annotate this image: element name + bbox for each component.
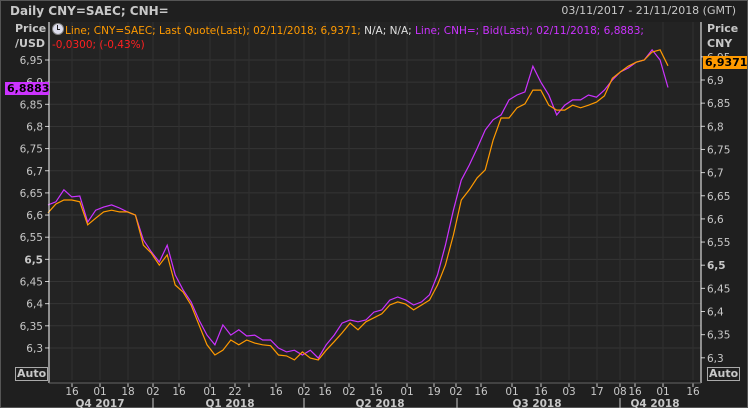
cnh-last-badge: 6,8883: [5, 82, 50, 95]
cny-last-badge: 6,9371: [703, 56, 748, 69]
clock-icon[interactable]: [52, 23, 64, 35]
left-axis-tick-label: 6,35: [20, 321, 43, 333]
left-axis-tick-label: 6,85: [20, 99, 43, 111]
left-axis-tick-label: 6,55: [20, 232, 43, 244]
x-axis-tick-label: 16: [686, 386, 700, 398]
quarter-label: Q1 2018: [205, 398, 254, 408]
right-axis-tick-label: 6,75: [707, 144, 730, 156]
quarter-label: Q4 2017: [75, 398, 124, 408]
right-axis-tick-label: 6,4: [707, 307, 724, 319]
chart-legend[interactable]: Line; CNY=SAEC; Last Quote(Last); 02/11/…: [52, 23, 644, 52]
legend-change: -0,0300; (-0,43%): [52, 39, 145, 51]
x-axis-tick-label: 02: [297, 386, 310, 398]
right-axis-title-line2: CNY: [707, 37, 733, 50]
right-axis-tick-label: 6,85: [707, 98, 730, 110]
x-axis-tick-label: 16: [172, 386, 186, 398]
quarter-label: Q2 2018: [355, 398, 404, 408]
right-axis-tick-label: 6,55: [707, 237, 730, 249]
x-axis-tick-label: 16: [534, 386, 548, 398]
left-axis-tick-label: 6,3: [26, 343, 43, 355]
right-axis-tick-label: 6,35: [707, 330, 730, 342]
left-axis-title-line1: Price: [15, 22, 47, 35]
right-axis-tick-label: 6,9: [707, 75, 724, 87]
x-axis-tick-label: 02: [342, 386, 355, 398]
x-axis-tick-label: 22: [228, 386, 241, 398]
left-axis-tick-label: 6,8: [26, 121, 43, 133]
x-axis-tick-label: 08: [613, 386, 626, 398]
x-axis-tick-label: 01: [400, 386, 413, 398]
x-axis-tick-label: 18: [121, 386, 134, 398]
x-axis-tick-label: 01: [656, 386, 669, 398]
right-auto-scale-button[interactable]: Auto: [707, 367, 741, 381]
left-axis-tick-label: 6,75: [20, 144, 43, 156]
chart-title: Daily CNY=SAEC; CNH=: [10, 4, 169, 18]
left-axis-tick-label: 6,95: [20, 55, 43, 67]
left-axis-title-line2: /USD: [15, 37, 46, 50]
price-chart: 6,95 6,9 6,85 6,8 6,75 6,7 6,65 6,6 6,55 6,5 6,45 6…: [20, 22, 730, 408]
legend-na: N/A; N/A;: [364, 25, 412, 37]
x-axis-tick-label: 16: [318, 386, 332, 398]
date-range[interactable]: 03/11/2017 - 21/11/2018 (GMT): [561, 4, 736, 17]
legend-cny: Line; CNY=SAEC; Last Quote(Last); 02/11/…: [65, 25, 361, 37]
x-axis-tick-label: 19: [427, 386, 440, 398]
left-axis-tick-label: 6,7: [26, 166, 43, 178]
x-axis-tick-label: 16: [369, 386, 383, 398]
x-axis-tick-label: 17: [590, 386, 603, 398]
x-axis-tick-label: 16: [269, 386, 283, 398]
right-axis-tick-label: 6,45: [707, 283, 730, 295]
x-axis-tick-label: 01: [203, 386, 216, 398]
left-axis-title: Price /USD: [15, 21, 46, 51]
left-axis-tick-label: 6,45: [20, 277, 43, 289]
quarter-label: Q4 2018: [630, 398, 679, 408]
legend-cnh: Line; CNH=; Bid(Last); 02/11/2018; 6,888…: [415, 25, 644, 37]
x-axis-tick-label: 16: [65, 386, 79, 398]
right-axis-tick-label: 6,7: [707, 168, 724, 180]
right-axis-title-line1: Price: [707, 22, 739, 35]
left-axis-tick-label: 6,5: [24, 254, 43, 266]
right-axis-tick-label: 6,5: [707, 260, 726, 272]
right-axis-tick-label: 6,3: [707, 353, 724, 365]
x-axis-tick-label: 16: [474, 386, 488, 398]
x-axis-tick-label: 02: [146, 386, 159, 398]
left-axis-tick-label: 6,65: [20, 188, 43, 200]
right-axis-title: Price CNY: [707, 21, 738, 51]
quarter-label: Q3 2018: [512, 398, 561, 408]
right-axis-tick-label: 6,65: [707, 191, 730, 203]
x-axis-tick-label: 02: [449, 386, 462, 398]
x-axis-tick-label: 16: [628, 386, 642, 398]
x-axis-tick-label: 01: [93, 386, 106, 398]
left-axis-tick-label: 6,4: [26, 299, 43, 311]
left-axis-tick-label: 6,6: [26, 210, 43, 222]
x-axis-tick-label: 03: [562, 386, 575, 398]
x-axis-tick-label: 01: [505, 386, 518, 398]
left-auto-scale-button[interactable]: Auto: [15, 367, 49, 381]
right-axis-tick-label: 6,8: [707, 121, 724, 133]
right-axis-tick-label: 6,6: [707, 214, 724, 226]
